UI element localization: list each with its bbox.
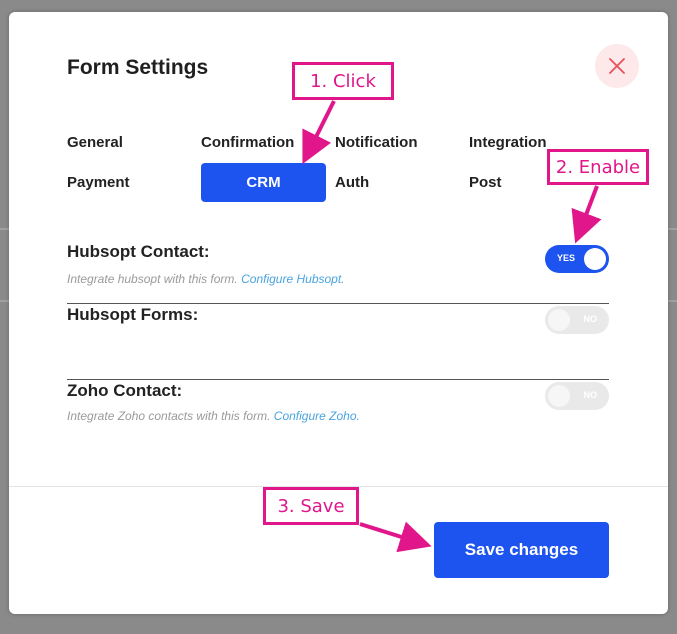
hubspot-contact-label: Hubsopt Contact: xyxy=(67,242,210,261)
callout-step-3: 3. Save xyxy=(263,487,359,525)
toggle-yes-label: YES xyxy=(557,253,576,263)
hubspot-forms-label: Hubsopt Forms: xyxy=(67,305,199,324)
modal-title: Form Settings xyxy=(67,56,209,79)
configure-hubspot-link[interactable]: Configure Hubsopt. xyxy=(241,272,344,286)
hubspot-contact-desc-text: Integrate hubsopt with this form. xyxy=(67,272,238,286)
zoho-contact-desc-text: Integrate Zoho contacts with this form. xyxy=(67,409,271,423)
zoho-contact-label: Zoho Contact: xyxy=(67,381,183,400)
tab-integration[interactable]: Integration xyxy=(469,134,547,151)
tab-auth[interactable]: Auth xyxy=(335,174,369,191)
hubspot-contact-toggle[interactable]: YES xyxy=(545,245,609,273)
tab-crm[interactable]: CRM xyxy=(201,163,326,202)
zoho-contact-toggle[interactable]: NO xyxy=(545,382,609,410)
callout-step-1: 1. Click xyxy=(292,62,394,100)
tab-post[interactable]: Post xyxy=(469,174,502,191)
close-icon xyxy=(609,58,625,74)
save-changes-button[interactable]: Save changes xyxy=(434,522,609,578)
toggle-knob xyxy=(584,248,606,270)
hubspot-forms-toggle[interactable]: NO xyxy=(545,306,609,334)
toggle-no-label: NO xyxy=(583,390,598,400)
toggle-no-label: NO xyxy=(583,314,598,324)
zoho-contact-description: Integrate Zoho contacts with this form. … xyxy=(67,409,360,423)
tab-payment[interactable]: Payment xyxy=(67,174,130,191)
tab-confirmation[interactable]: Confirmation xyxy=(201,134,294,151)
tab-notification[interactable]: Notification xyxy=(335,134,418,151)
configure-zoho-link[interactable]: Configure Zoho. xyxy=(274,409,360,423)
hubspot-contact-description: Integrate hubsopt with this form. Config… xyxy=(67,272,345,286)
tab-general[interactable]: General xyxy=(67,134,123,151)
toggle-knob xyxy=(548,385,570,407)
toggle-knob xyxy=(548,309,570,331)
callout-step-2: 2. Enable xyxy=(547,149,649,185)
close-button[interactable] xyxy=(595,44,639,88)
row-divider xyxy=(67,379,609,380)
row-divider xyxy=(67,303,609,304)
